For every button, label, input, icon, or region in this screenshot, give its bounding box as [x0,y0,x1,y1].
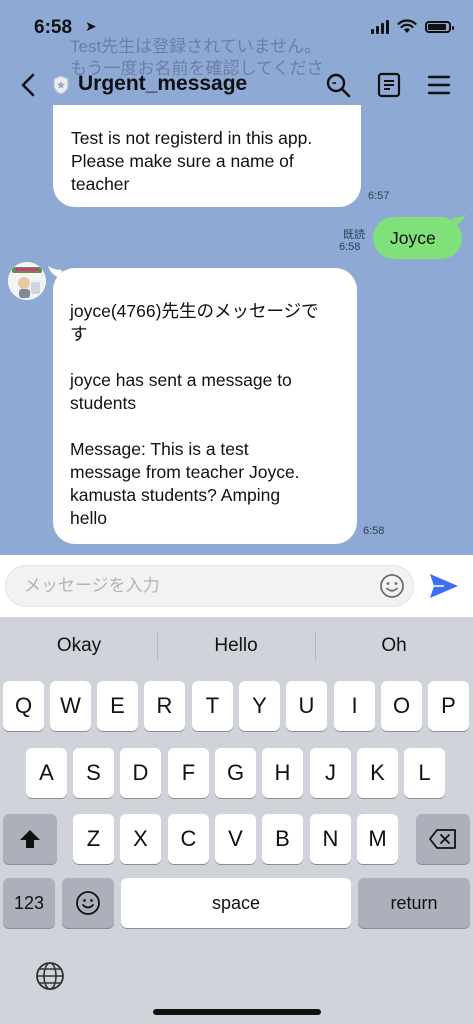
outgoing-message-bubble[interactable]: Joyce [373,217,462,259]
keyboard: Okay Hello Oh Q W E R T Y U I O P A S D … [0,617,473,1024]
message-time: 6:57 [368,190,390,202]
key-q[interactable]: Q [3,681,44,731]
message-line: kamusta students? Amping [70,485,281,505]
status-bar: 6:58 ➤ [0,0,473,56]
status-time: 6:58 [34,17,73,38]
key-r[interactable]: R [144,681,185,731]
key-x[interactable]: X [120,814,161,864]
key-d[interactable]: D [120,748,161,798]
globe-icon[interactable] [34,960,66,992]
back-chevron-icon[interactable] [14,70,44,100]
message-text: Joyce [390,228,436,248]
key-f[interactable]: F [168,748,209,798]
battery-level [428,23,446,30]
suggestion-hello[interactable]: Hello [161,635,311,657]
key-u[interactable]: U [286,681,327,731]
cellular-signal-icon [371,19,389,34]
key-m[interactable]: M [357,814,398,864]
send-icon[interactable] [428,572,460,600]
suggestion-okay[interactable]: Okay [4,635,154,657]
wifi-icon [397,19,417,33]
message-input[interactable] [5,565,414,607]
suggestion-divider [157,631,158,661]
key-w[interactable]: W [50,681,91,731]
key-y[interactable]: Y [239,681,280,731]
numbers-key[interactable]: 123 [3,878,55,928]
search-icon[interactable] [323,70,353,100]
key-j[interactable]: J [310,748,351,798]
avatar[interactable] [8,262,46,300]
key-b[interactable]: B [262,814,303,864]
key-o[interactable]: O [381,681,422,731]
emoji-icon[interactable] [378,572,406,600]
delete-key[interactable] [416,814,470,864]
chat-header: Urgent_message [0,60,473,110]
incoming-message-bubble[interactable]: joyce(4766)先生のメッセージで す joyce has sent a … [53,268,357,544]
incoming-message-bubble[interactable]: Test is not registerd in this app. Pleas… [53,105,361,207]
key-v[interactable]: V [215,814,256,864]
suggestion-oh[interactable]: Oh [319,635,469,657]
message-line: Message: This is a test [70,439,249,459]
shift-arrow-icon [20,830,40,848]
return-key[interactable]: return [358,878,470,928]
emoji-key[interactable] [62,878,114,928]
home-indicator [153,1009,321,1015]
avatar-image [8,262,46,300]
message-line: joyce has sent a message to [70,370,292,390]
key-n[interactable]: N [310,814,351,864]
key-c[interactable]: C [168,814,209,864]
message-time: 6:58 [339,241,361,253]
message-line: message from teacher Joyce. [70,462,300,482]
menu-icon[interactable] [424,70,454,100]
key-e[interactable]: E [97,681,138,731]
key-z[interactable]: Z [73,814,114,864]
read-receipt: 既読 [343,229,365,241]
backspace-icon [429,829,456,849]
shield-badge-icon [53,75,69,95]
key-a[interactable]: A [26,748,67,798]
emoji-keyboard-icon [76,891,100,915]
key-k[interactable]: K [357,748,398,798]
key-p[interactable]: P [428,681,469,731]
battery-icon [425,20,454,33]
key-t[interactable]: T [192,681,233,731]
message-line: す [70,324,88,344]
location-arrow-icon: ➤ [85,18,97,34]
suggestion-divider [315,631,316,661]
shift-key[interactable] [3,814,57,864]
bubble-tail [452,214,466,226]
notes-icon[interactable] [374,70,404,100]
key-h[interactable]: H [262,748,303,798]
key-g[interactable]: G [215,748,256,798]
chat-title: Urgent_message [78,72,248,95]
message-line: hello [70,508,107,528]
message-line: students [70,393,137,413]
message-time: 6:58 [363,525,385,537]
key-i[interactable]: I [334,681,375,731]
status-icons [371,19,454,34]
space-key[interactable]: space [121,878,351,928]
key-l[interactable]: L [404,748,445,798]
message-text: Test is not registerd in this app. Pleas… [71,128,313,194]
key-s[interactable]: S [73,748,114,798]
message-line: joyce(4766)先生のメッセージで [70,301,319,321]
